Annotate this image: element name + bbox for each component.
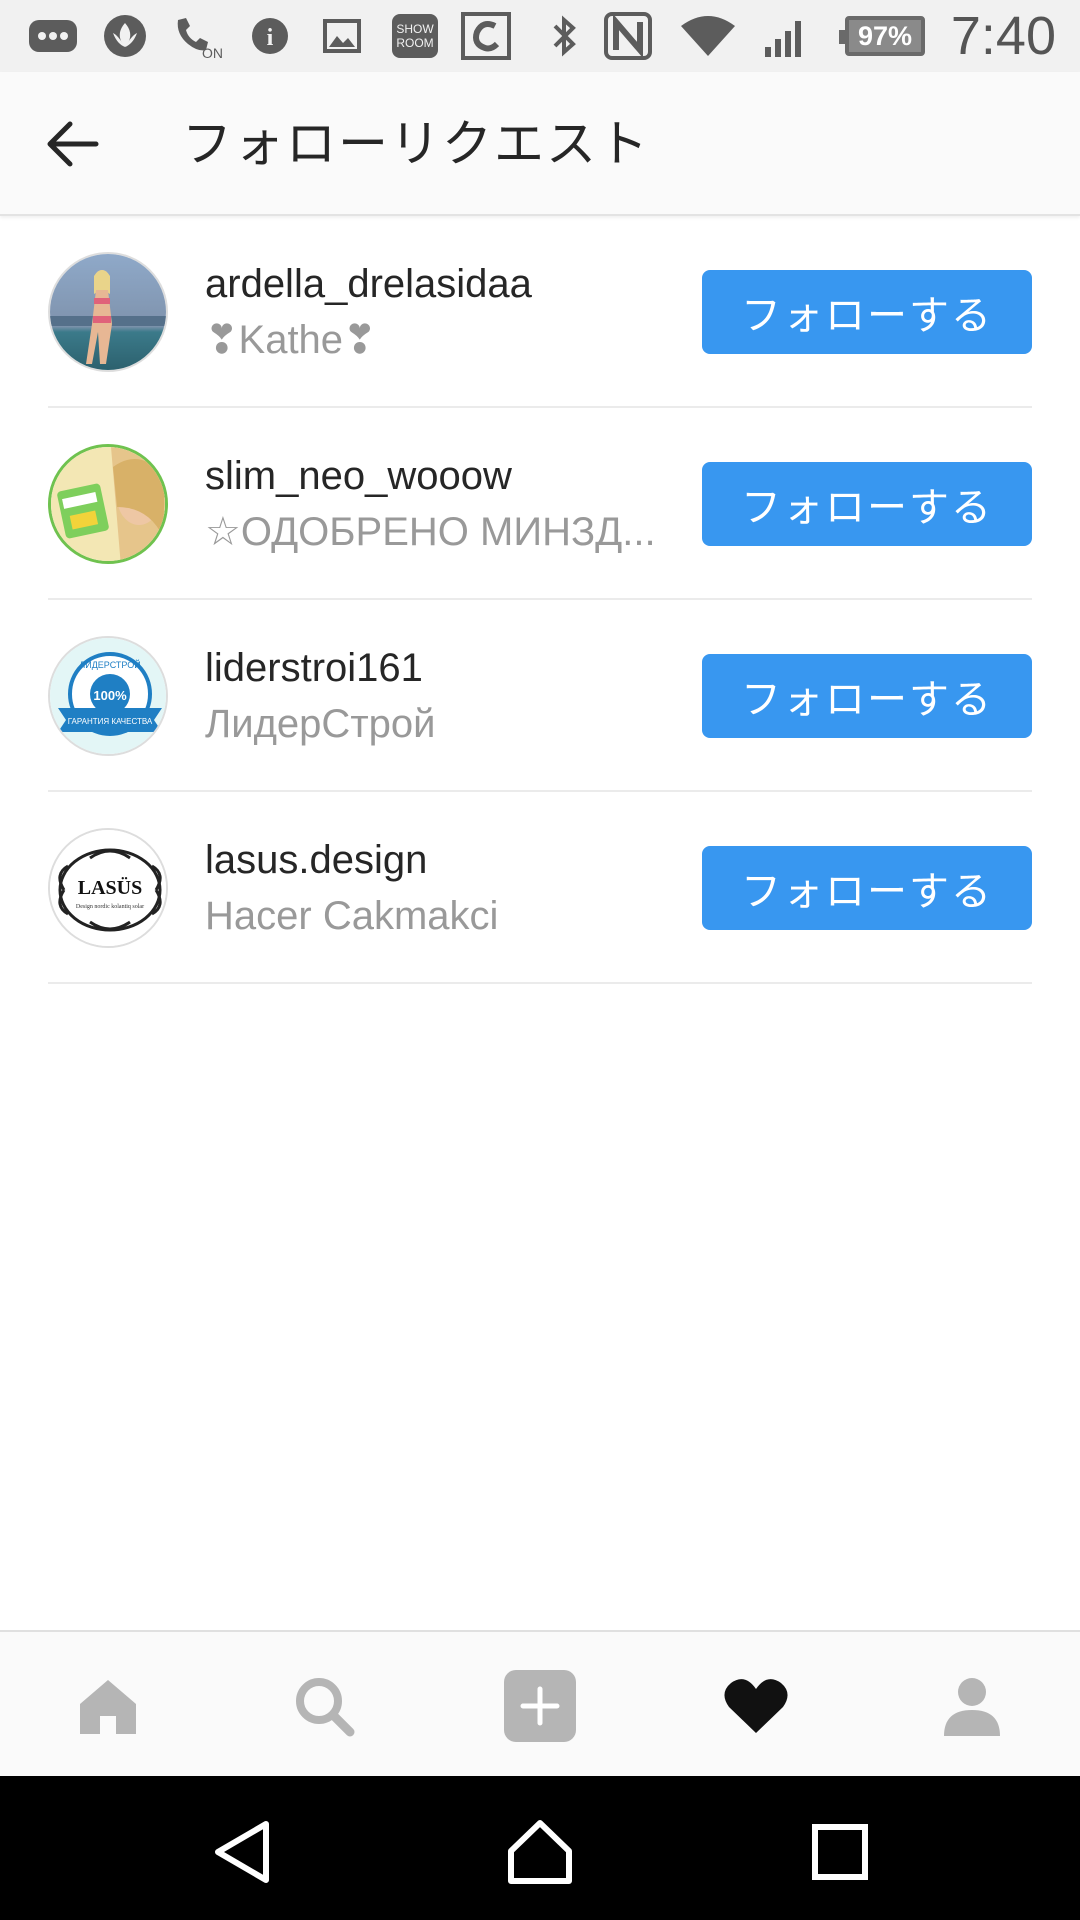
follow-button[interactable]: フォローする [702, 846, 1032, 930]
clock: 7:40 [950, 6, 1056, 66]
svg-text:100%: 100% [93, 688, 127, 703]
back-button[interactable] [30, 108, 114, 180]
bluetooth-icon [545, 12, 583, 60]
search-icon[interactable] [284, 1668, 364, 1744]
svg-text:SHOW: SHOW [396, 22, 434, 36]
follow-button[interactable]: フォローする [702, 270, 1032, 354]
avatar[interactable] [48, 252, 168, 372]
follow-button[interactable]: フォローする [702, 654, 1032, 738]
wifi-icon [678, 12, 738, 60]
back-arrow-icon [47, 121, 99, 167]
showroom-icon: SHOW ROOM [390, 12, 440, 60]
display-name: ❣Kathe❣ [205, 318, 377, 362]
svg-text:LASÜS: LASÜS [78, 876, 142, 899]
svg-text:ON: ON [202, 45, 223, 60]
display-name: Hacer Cakmakci [205, 894, 499, 938]
svg-text:Design nordic kolantiq solar: Design nordic kolantiq solar [76, 904, 144, 910]
username[interactable]: slim_neo_wooow [205, 452, 512, 500]
avatar[interactable]: 100% ЛИДЕРСТРОЙ ГАРАНТИЯ КАЧЕСТВА [48, 636, 168, 756]
list-item[interactable]: 100% ЛИДЕРСТРОЙ ГАРАНТИЯ КАЧЕСТВА liders… [0, 600, 1080, 792]
heart-icon[interactable] [716, 1668, 796, 1744]
nfc-icon [603, 12, 653, 60]
app-header: フォローリクエスト [0, 72, 1080, 216]
signal-icon [760, 12, 810, 60]
nav-home-icon[interactable] [500, 1812, 580, 1892]
username[interactable]: lasus.design [205, 836, 427, 884]
svg-text:ROOM: ROOM [396, 36, 433, 50]
nav-back-icon[interactable] [202, 1812, 282, 1892]
list-item[interactable]: ardella_drelasidaa ❣Kathe❣ フォローする [0, 216, 1080, 408]
info-icon: i [248, 12, 292, 60]
call-on-icon: ON [172, 12, 224, 60]
avatar[interactable]: LASÜS Design nordic kolantiq solar [48, 828, 168, 948]
avatar[interactable] [48, 444, 168, 564]
system-nav-bar [0, 1776, 1080, 1920]
c-app-icon [460, 12, 512, 60]
username[interactable]: liderstroi161 [205, 644, 423, 692]
display-name: ☆ОДОБРЕНО МИНЗД... [205, 510, 656, 554]
image-icon [320, 12, 364, 60]
add-icon[interactable] [500, 1668, 580, 1744]
chat-bubble-icon [26, 12, 80, 60]
profile-icon[interactable] [932, 1668, 1012, 1744]
nav-recents-icon[interactable] [800, 1812, 880, 1892]
page-title: フォローリクエスト [182, 116, 650, 172]
status-bar: ON i SHOW ROOM 97% 7:40 [0, 0, 1080, 72]
svg-text:ЛИДЕРСТРОЙ: ЛИДЕРСТРОЙ [79, 659, 140, 670]
follow-button[interactable]: フォローする [702, 462, 1032, 546]
home-icon[interactable] [68, 1668, 148, 1744]
svg-text:ГАРАНТИЯ КАЧЕСТВА: ГАРАНТИЯ КАЧЕСТВА [68, 717, 153, 726]
bottom-tab-bar [0, 1630, 1080, 1776]
svg-text:i: i [267, 25, 274, 51]
list-item[interactable]: slim_neo_wooow ☆ОДОБРЕНО МИНЗД... フォローする [0, 408, 1080, 600]
follow-request-list: ardella_drelasidaa ❣Kathe❣ フォローする slim_n… [0, 216, 1080, 984]
username[interactable]: ardella_drelasidaa [205, 260, 532, 308]
battery-indicator: 97% [839, 16, 925, 56]
lotus-icon [100, 12, 150, 60]
list-item[interactable]: LASÜS Design nordic kolantiq solar lasus… [0, 792, 1080, 984]
display-name: ЛидерСтрой [205, 702, 436, 746]
